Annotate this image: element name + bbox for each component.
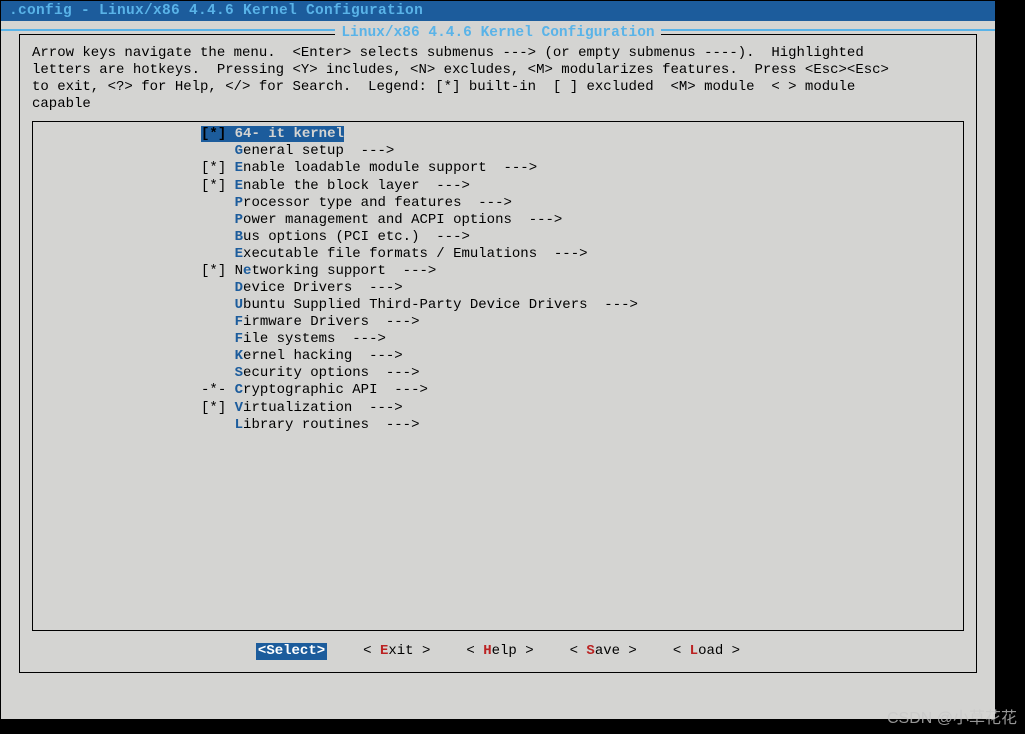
menu-item-10[interactable]: Ubuntu Supplied Third-Party Device Drive…: [33, 297, 963, 314]
menu-item-7[interactable]: Executable file formats / Emulations ---…: [33, 246, 963, 263]
button-save[interactable]: < Save >: [570, 643, 637, 660]
menu-item-5[interactable]: Power management and ACPI options --->: [33, 212, 963, 229]
button-exit[interactable]: < Exit >: [363, 643, 430, 660]
menu-item-14[interactable]: Security options --->: [33, 365, 963, 382]
menu-item-6[interactable]: Bus options (PCI etc.) --->: [33, 229, 963, 246]
menu-item-1[interactable]: General setup --->: [33, 143, 963, 160]
menu-list[interactable]: [*] 64-bit kernel General setup ---> [*]…: [32, 121, 964, 631]
menu-item-8[interactable]: [*] Networking support --->: [33, 263, 963, 280]
menu-item-0[interactable]: [*] 64-bit kernel: [33, 126, 963, 143]
button-help[interactable]: < Help >: [466, 643, 533, 660]
menu-item-12[interactable]: File systems --->: [33, 331, 963, 348]
button-bar: <Select> < Exit > < Help > < Save > < Load >: [20, 637, 976, 672]
help-text: Arrow keys navigate the menu. <Enter> se…: [20, 35, 976, 119]
menu-item-17[interactable]: Library routines --->: [33, 417, 963, 434]
dialog: Linux/x86 4.4.6 Kernel Configuration Arr…: [19, 34, 977, 673]
button-load[interactable]: < Load >: [673, 643, 740, 660]
menu-item-11[interactable]: Firmware Drivers --->: [33, 314, 963, 331]
menu-item-4[interactable]: Processor type and features --->: [33, 195, 963, 212]
button-select[interactable]: <Select>: [256, 643, 327, 660]
menu-item-13[interactable]: Kernel hacking --->: [33, 348, 963, 365]
menu-item-2[interactable]: [*] Enable loadable module support --->: [33, 160, 963, 177]
menu-item-9[interactable]: Device Drivers --->: [33, 280, 963, 297]
watermark: CSDN @小草花花: [887, 704, 1017, 728]
menu-item-16[interactable]: [*] Virtualization --->: [33, 400, 963, 417]
dialog-title: Linux/x86 4.4.6 Kernel Configuration: [20, 25, 976, 41]
window-title: .config - Linux/x86 4.4.6 Kernel Configu…: [1, 1, 995, 21]
menu-item-15[interactable]: -*- Cryptographic API --->: [33, 382, 963, 399]
menu-item-3[interactable]: [*] Enable the block layer --->: [33, 178, 963, 195]
